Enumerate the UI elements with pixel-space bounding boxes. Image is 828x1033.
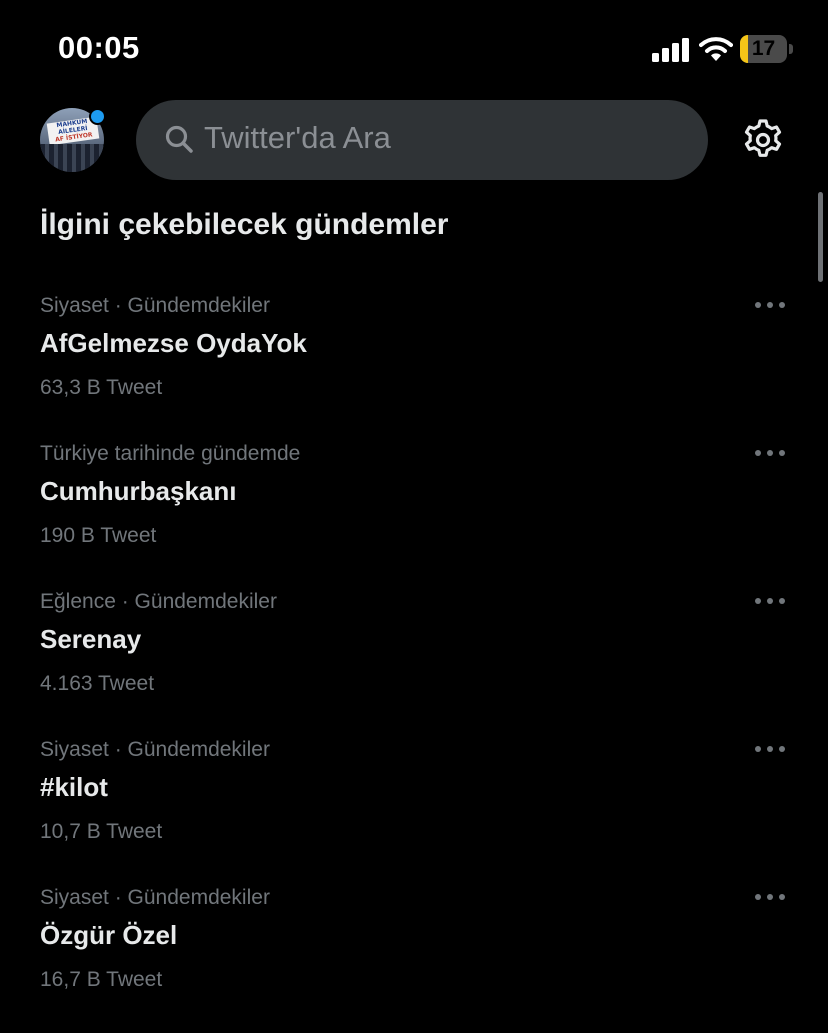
trend-count: 10,7 B Tweet — [40, 820, 163, 843]
wifi-icon — [699, 37, 733, 61]
status-bar: 00:05 17 — [0, 0, 828, 96]
battery-icon: 17 — [740, 35, 794, 65]
scrollbar[interactable] — [818, 192, 823, 282]
battery-level: 17 — [751, 37, 776, 60]
trend-count: 16,7 B Tweet — [40, 968, 163, 991]
trend-item[interactable]: Türkiye tarihinde gündemde Cumhurbaşkanı… — [0, 441, 828, 589]
trend-count: 63,3 B Tweet — [40, 376, 163, 399]
trend-name: AfGelmezse OydaYok — [40, 328, 307, 358]
more-options-icon[interactable] — [750, 741, 790, 757]
notification-dot — [89, 108, 106, 125]
more-options-icon[interactable] — [750, 297, 790, 313]
settings-gear-icon[interactable] — [740, 117, 786, 163]
status-time: 00:05 — [58, 30, 140, 65]
trend-item[interactable]: Siyaset · Gündemdekiler Özgür Özel 16,7 … — [0, 885, 828, 1033]
trend-context: Türkiye tarihinde gündemde — [40, 442, 301, 465]
trend-count: 190 B Tweet — [40, 524, 157, 547]
trend-item[interactable]: Siyaset · Gündemdekiler AfGelmezse OydaY… — [0, 293, 828, 441]
more-options-icon[interactable] — [750, 445, 790, 461]
app-header: MAHKUM AİLELERİ AF İSTİYOR Twitter'da Ar… — [0, 96, 828, 184]
section-title: İlgini çekebilecek gündemler — [40, 208, 449, 241]
battery-body: 17 — [740, 35, 787, 63]
trend-item[interactable]: Eğlence · Gündemdekiler Serenay 4.163 Tw… — [0, 589, 828, 737]
trend-context: Eğlence · Gündemdekiler — [40, 590, 277, 613]
more-options-icon[interactable] — [750, 593, 790, 609]
trend-item[interactable]: Siyaset · Gündemdekiler #kilot 10,7 B Tw… — [0, 737, 828, 885]
trend-name: Cumhurbaşkanı — [40, 476, 237, 506]
trend-name: Özgür Özel — [40, 920, 178, 950]
explore-content: İlgini çekebilecek gündemler Siyaset · G… — [0, 184, 828, 1012]
trend-count: 4.163 Tweet — [40, 672, 155, 695]
trend-context: Siyaset · Gündemdekiler — [40, 886, 270, 909]
search-icon — [165, 125, 193, 153]
battery-cap — [789, 44, 793, 54]
avatar-crowd-image — [40, 144, 104, 172]
trend-name: Serenay — [40, 624, 142, 654]
trend-context: Siyaset · Gündemdekiler — [40, 294, 270, 317]
trend-name: #kilot — [40, 772, 108, 802]
signal-icon — [652, 38, 689, 62]
search-placeholder: Twitter'da Ara — [204, 120, 391, 155]
more-options-icon[interactable] — [750, 889, 790, 905]
trend-context: Siyaset · Gündemdekiler — [40, 738, 270, 761]
